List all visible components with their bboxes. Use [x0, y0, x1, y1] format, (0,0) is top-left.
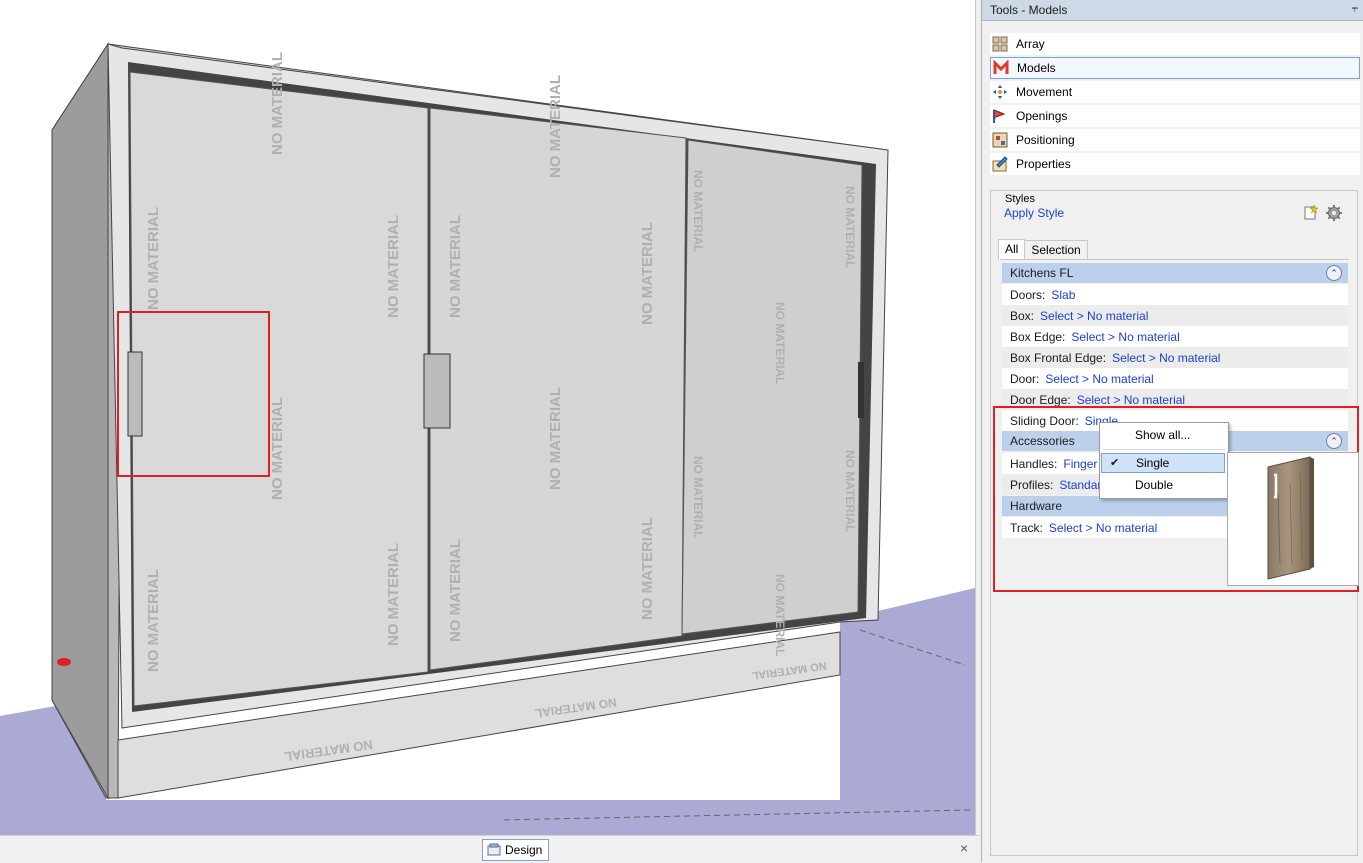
watermark-text: NO MATERIAL [843, 186, 857, 268]
design-tab[interactable]: Design [482, 839, 550, 861]
tool-properties[interactable]: Properties [990, 153, 1360, 175]
group-title: Kitchens FL [1010, 266, 1074, 280]
dropdown-separator [1103, 449, 1225, 450]
openings-icon [993, 109, 1006, 123]
design-viewport[interactable]: NO MATERIAL NO MATERIAL NO MATERIAL NO M… [0, 0, 976, 835]
prop-row-box-edge: Box Edge: Select > No material [1002, 326, 1348, 347]
tool-models[interactable]: Models [990, 57, 1360, 79]
tool-label: Models [1017, 61, 1056, 75]
tool-openings[interactable]: Openings [990, 105, 1360, 127]
watermark-text: NO MATERIAL [773, 574, 787, 656]
document-tab-bar: Design × [0, 835, 980, 863]
prop-row-box-frontal-edge: Box Frontal Edge: Select > No material [1002, 347, 1348, 368]
watermark-text: NO MATERIAL [385, 215, 402, 318]
watermark-text: NO MATERIAL [385, 543, 402, 646]
prop-key: Door Edge: [1010, 392, 1071, 407]
prop-key: Box: [1010, 308, 1035, 323]
tool-positioning[interactable]: Positioning [990, 129, 1360, 151]
option-label: Single [1136, 456, 1170, 470]
prop-key: Box Edge: [1010, 329, 1066, 344]
tool-label: Movement [1016, 85, 1073, 99]
watermark-text: NO MATERIAL [269, 52, 286, 155]
prop-key: Doors: [1010, 287, 1046, 302]
properties-icon [992, 156, 1008, 172]
prop-value-link[interactable]: Select > No material [1112, 351, 1220, 365]
watermark-text: NO MATERIAL [639, 517, 656, 620]
watermark-text: NO MATERIAL [145, 207, 162, 310]
prop-value-link[interactable]: Select > No material [1045, 372, 1153, 386]
new-style-icon[interactable] [1303, 204, 1319, 220]
watermark-text: NO MATERIAL [547, 75, 564, 178]
tool-label: Openings [1016, 109, 1068, 123]
panel-header: Tools - Models ⫧ [982, 0, 1363, 21]
prop-row-box: Box: Select > No material [1002, 305, 1348, 326]
panel-title: Tools - Models [990, 3, 1068, 17]
styles-title: Styles [1005, 193, 1035, 205]
watermark-text: NO MATERIAL [145, 569, 162, 672]
design-icon [487, 843, 501, 856]
tab-selection[interactable]: Selection [1024, 240, 1088, 259]
door-handle-2 [423, 353, 451, 429]
tool-label: Positioning [1016, 133, 1075, 147]
style-tabs: All Selection [998, 239, 1088, 261]
watermark-text: NO MATERIAL [843, 450, 857, 532]
check-icon: ✔ [1110, 457, 1120, 469]
dropdown-option-double[interactable]: Double [1101, 475, 1225, 495]
prop-row-doors: Doors: Slab [1002, 284, 1348, 305]
close-icon[interactable]: × [960, 840, 968, 856]
tool-array[interactable]: Array [990, 33, 1360, 55]
prop-key: Box Frontal Edge: [1010, 350, 1107, 365]
apply-style-link[interactable]: Apply Style [1004, 206, 1064, 220]
design-tab-label: Design [505, 843, 543, 857]
handle-highlight-box [117, 311, 270, 477]
origin-marker [57, 658, 71, 666]
tab-all[interactable]: All [998, 239, 1026, 261]
sliding-door-dropdown: Show all... ✔ Single Double [1099, 422, 1229, 499]
wood-door-image [1267, 456, 1314, 580]
prop-value-link[interactable]: Slab [1051, 288, 1075, 302]
watermark-text: NO MATERIAL [547, 387, 564, 490]
dropdown-option-single[interactable]: ✔ Single [1101, 453, 1225, 473]
gear-icon[interactable] [1326, 205, 1342, 221]
tools-list: Array Models Movement Openings Positioni… [990, 33, 1360, 177]
prop-value-link[interactable]: Select > No material [1071, 330, 1179, 344]
sliding-door-3 [681, 139, 863, 635]
door-preview-thumbnail [1227, 452, 1359, 586]
movement-icon [993, 85, 1007, 99]
door-handle-3 [858, 362, 864, 418]
models-icon [993, 60, 1009, 74]
tool-label: Properties [1016, 157, 1071, 171]
option-label: Double [1135, 478, 1174, 492]
watermark-text: NO MATERIAL [639, 222, 656, 325]
prop-value-link[interactable]: Select > No material [1077, 393, 1185, 407]
prop-row-door: Door: Select > No material [1002, 368, 1348, 389]
array-icon [992, 36, 1008, 52]
watermark-text: NO MATERIAL [691, 170, 705, 252]
tool-label: Array [1016, 37, 1045, 51]
tool-movement[interactable]: Movement [990, 81, 1360, 103]
dropdown-show-all[interactable]: Show all... [1101, 425, 1225, 445]
watermark-text: NO MATERIAL [447, 215, 464, 318]
watermark-text: NO MATERIAL [773, 302, 787, 384]
watermark-text: NO MATERIAL [269, 397, 286, 500]
positioning-icon [992, 132, 1008, 148]
pin-icon[interactable]: ⫧ [1352, 3, 1358, 16]
watermark-text: NO MATERIAL [691, 456, 705, 538]
prop-key: Door: [1010, 371, 1040, 386]
collapse-icon[interactable]: ⌃ [1326, 265, 1342, 281]
watermark-text: NO MATERIAL [447, 539, 464, 642]
prop-value-link[interactable]: Select > No material [1040, 309, 1148, 323]
group-header-kitchens[interactable]: Kitchens FL ⌃ [1002, 263, 1348, 283]
